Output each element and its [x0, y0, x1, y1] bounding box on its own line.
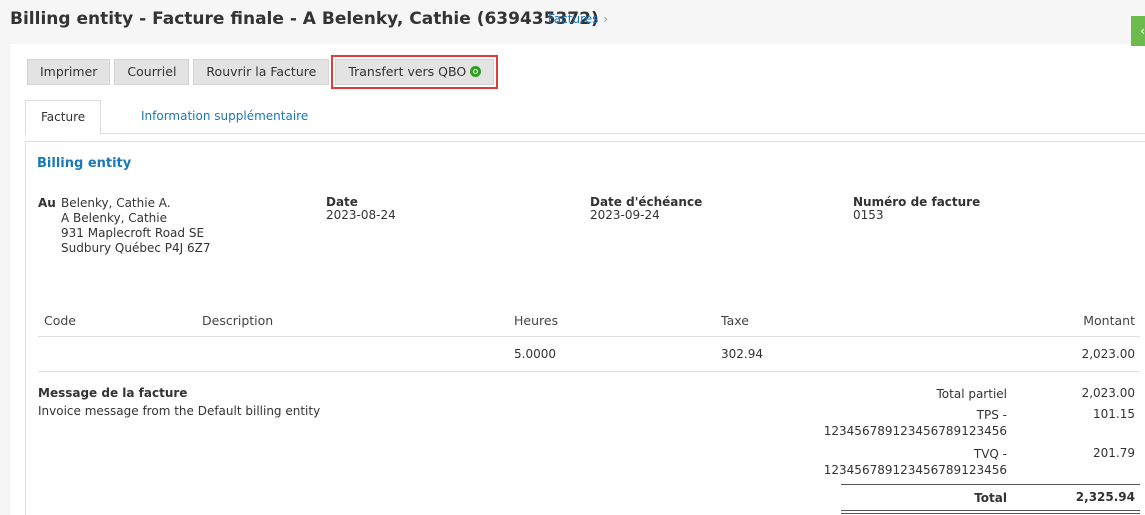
total-top-rule	[841, 484, 1140, 485]
row-hours: 5.0000	[514, 347, 556, 361]
row-tax: 302.94	[721, 347, 763, 361]
invoice-message-text: Invoice message from the Default billing…	[38, 404, 321, 418]
quickbooks-icon	[470, 66, 482, 77]
column-header-amount: Montant	[1083, 313, 1135, 328]
column-header-tax: Taxe	[721, 313, 749, 328]
tab-additional-info[interactable]: Information supplémentaire	[126, 100, 323, 134]
header-divider	[38, 336, 1140, 337]
tps-tax: TPS - 12345678912345678912345​6	[824, 407, 1007, 439]
total-value: 2,325.94	[1075, 490, 1135, 504]
breadcrumb-invoices[interactable]: Factures	[548, 12, 598, 26]
tps-label: TPS -	[976, 408, 1007, 422]
tab-invoice[interactable]: Facture	[25, 100, 102, 135]
row-divider	[38, 371, 1140, 372]
side-panel-toggle[interactable]: ‹	[1131, 16, 1145, 46]
tvq-value: 201.79	[1093, 446, 1135, 460]
invoice-tabs: Facture Information supplémentaire	[25, 100, 1145, 135]
address-line: Sudbury Québec P4J 6Z7	[61, 241, 211, 255]
subtotal-value: 2,023.00	[1081, 386, 1135, 400]
column-header-description: Description	[202, 313, 274, 328]
total-bottom-rule-double	[841, 513, 1140, 514]
due-date-value: 2023-09-24	[590, 208, 660, 222]
page-title: Billing entity - Facture finale - A Bele…	[10, 9, 599, 29]
left-gutter	[0, 44, 10, 515]
total-label: Total	[974, 491, 1007, 505]
date-value: 2023-08-24	[326, 208, 396, 222]
transfer-qbo-label: Transfert vers QBO	[348, 64, 467, 79]
invoice-date: Date 2023-08-24	[326, 196, 396, 222]
billing-entity-name: Billing entity	[37, 156, 132, 171]
email-button[interactable]: Courriel	[114, 59, 190, 85]
column-header-hours: Heures	[514, 313, 559, 328]
tps-number: 12345678912345678912345​6	[823, 424, 1007, 438]
invoice-due-date: Date d'échéance 2023-09-24	[590, 196, 702, 222]
column-header-code: Code	[44, 313, 77, 328]
reopen-invoice-button[interactable]: Rouvrir la Facture	[193, 59, 330, 85]
subtotal-label: Total partiel	[936, 387, 1008, 401]
page-header: Billing entity - Facture finale - A Bele…	[0, 0, 1145, 46]
chevron-left-icon: ‹	[1140, 24, 1145, 38]
tvq-tax: TVQ - 123456789123456789123456	[824, 446, 1007, 478]
tvq-number: 123456789123456789123456	[823, 463, 1007, 477]
print-button[interactable]: Imprimer	[27, 59, 111, 85]
chevron-right-icon: ›	[603, 12, 609, 26]
row-amount: 2,023.00	[1081, 347, 1135, 361]
to-label: Au	[38, 196, 56, 210]
invoice-number-value: 0153	[853, 208, 884, 222]
breadcrumb[interactable]: Factures ›	[548, 12, 608, 26]
recipient-address: Belenky, Cathie A. A Belenky, Cathie 931…	[61, 196, 210, 256]
action-toolbar: Imprimer Courriel Rouvrir la Facture Tra…	[27, 55, 499, 89]
invoice-number: Numéro de facture 0153	[853, 196, 980, 222]
address-line: Belenky, Cathie A.	[61, 196, 171, 210]
total-bottom-rule	[841, 510, 1140, 511]
address-line: 931 Maplecroft Road SE	[61, 226, 205, 240]
tvq-label: TVQ -	[973, 447, 1007, 461]
address-line: A Belenky, Cathie	[61, 211, 167, 225]
tps-value: 101.15	[1093, 407, 1135, 421]
invoice-message-title: Message de la facture	[38, 386, 188, 400]
transfer-qbo-button[interactable]: Transfert vers QBO	[331, 55, 499, 89]
